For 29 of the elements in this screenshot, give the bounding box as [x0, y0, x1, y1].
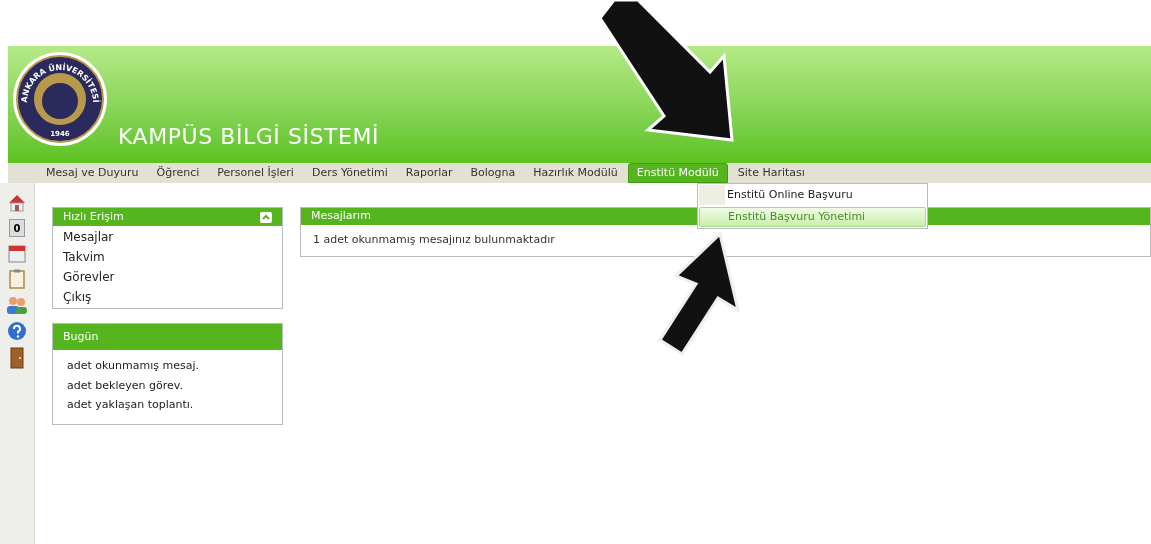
quick-link[interactable]: Çıkış: [63, 288, 92, 306]
panel-title: Mesajlarım: [311, 208, 371, 225]
menu-item[interactable]: Öğrenci: [156, 164, 200, 182]
menu-item[interactable]: Hazırlık Modülü: [533, 164, 618, 182]
quick-link[interactable]: Görevler: [63, 268, 115, 286]
counter-icon[interactable]: 0: [9, 219, 25, 237]
users-icon[interactable]: [6, 295, 28, 315]
message-text: 1 adet okunmamış mesajınız bulunmaktadır: [313, 233, 555, 246]
quick-link[interactable]: Takvim: [63, 248, 105, 266]
menu-item[interactable]: Mesaj ve Duyuru: [46, 164, 139, 182]
collapse-toggle-icon[interactable]: [260, 211, 272, 223]
help-icon[interactable]: [7, 321, 27, 341]
menu-item[interactable]: Bologna: [470, 164, 516, 182]
dropdown-item[interactable]: Enstitü Başvuru Yönetimi: [699, 207, 926, 227]
calendar-icon[interactable]: [8, 243, 26, 263]
menu-item[interactable]: Personel İşleri: [217, 164, 294, 182]
summary-text: adet okunmamış mesaj.: [67, 358, 199, 374]
menu-item[interactable]: Site Haritası: [737, 164, 805, 182]
menu-item[interactable]: Raporlar: [405, 164, 453, 182]
clipboard-icon[interactable]: [9, 269, 25, 289]
house-icon[interactable]: [7, 193, 27, 213]
panel-title: Hızlı Erişim: [63, 208, 124, 225]
panel-title: Bugün: [63, 328, 99, 345]
door-icon[interactable]: [10, 347, 24, 369]
menu-item[interactable]: Ders Yönetimi: [311, 164, 388, 182]
quick-link[interactable]: Mesajlar: [63, 228, 114, 246]
summary-text: adet bekleyen görev.: [67, 377, 183, 394]
summary-text: adet yaklaşan toplantı.: [67, 397, 194, 413]
site-title: KAMPÜS BİLGİ SİSTEMİ: [118, 123, 379, 151]
